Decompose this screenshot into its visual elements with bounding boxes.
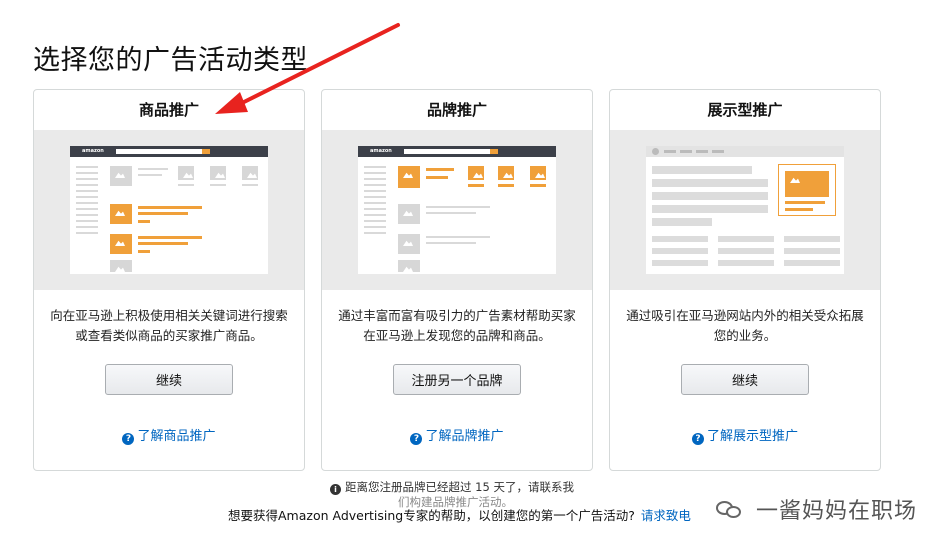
sponsored-display-mockup [646, 146, 844, 274]
sponsored-brands-mockup: amazon [358, 146, 556, 274]
wechat-icon [716, 498, 742, 520]
brand-logo-icon [398, 166, 420, 188]
continue-button[interactable]: 继续 [681, 364, 809, 395]
sponsored-products-mockup: amazon [70, 146, 268, 274]
learn-more-link[interactable]: ? 了解展示型推广 [610, 425, 880, 445]
card-title: 展示型推广 [707, 101, 783, 119]
question-circle-icon: ? [691, 433, 704, 445]
expert-help-line: 想要获得Amazon Advertising专家的帮助，以创建您的第一个广告活动… [228, 505, 691, 524]
image-placeholder-icon [110, 166, 132, 186]
image-placeholder-icon [242, 166, 258, 180]
learn-more-label[interactable]: 了解品牌推广 [425, 429, 503, 444]
request-call-link[interactable]: 请求致电 [641, 508, 691, 523]
image-placeholder-icon [210, 166, 226, 180]
mock-search-bar [404, 149, 490, 154]
mock-logo: amazon [370, 148, 392, 154]
mock-logo: amazon [82, 148, 104, 154]
question-circle-icon: ? [122, 433, 135, 445]
brand-product-icon [498, 166, 514, 180]
red-arrow-annotation [215, 23, 400, 114]
watermark-text: 一酱妈妈在职场 [756, 499, 918, 524]
preview-illustration: amazon [322, 130, 592, 290]
card-sponsored-display[interactable]: 展示型推广 通过吸引在亚马逊网站内外的相关受众拓展您的业务。 继续 ? 了解展示… [609, 89, 881, 471]
brand-product-icon [530, 166, 546, 180]
card-sponsored-brands[interactable]: 品牌推广 amazon 通过丰富而富有吸引力的广告素材帮助买家在亚马逊上发现您的… [321, 89, 593, 471]
sponsored-image-icon [110, 204, 132, 224]
wechat-watermark: 一酱妈妈在职场 [716, 493, 917, 525]
preview-illustration: amazon [34, 130, 304, 290]
display-ad-unit [778, 164, 836, 216]
learn-more-link[interactable]: ? 了解商品推广 [34, 425, 304, 445]
learn-more-link[interactable]: ? 了解品牌推广 [322, 425, 592, 445]
image-placeholder-icon [398, 204, 420, 224]
preview-illustration [610, 130, 880, 290]
brand-product-icon [468, 166, 484, 180]
image-placeholder-icon [178, 166, 194, 180]
image-placeholder-icon [398, 260, 420, 272]
mock-header-bar: amazon [358, 146, 556, 157]
help-text: 想要获得Amazon Advertising专家的帮助，以创建您的第一个广告活动… [228, 508, 635, 523]
learn-more-label[interactable]: 了解商品推广 [137, 429, 215, 444]
image-placeholder-icon [398, 234, 420, 254]
mock-search-button [202, 149, 210, 154]
card-description: 通过吸引在亚马逊网站内外的相关受众拓展您的业务。 [626, 308, 864, 343]
register-brand-button[interactable]: 注册另一个品牌 [393, 364, 521, 395]
card-description: 通过丰富而富有吸引力的广告素材帮助买家在亚马逊上发现您的品牌和商品。 [338, 308, 576, 343]
question-circle-icon: ? [410, 433, 423, 445]
learn-more-label[interactable]: 了解展示型推广 [707, 429, 798, 444]
ad-image-icon [785, 171, 829, 197]
mock-search-button [490, 149, 498, 154]
mock-header-bar: amazon [70, 146, 268, 157]
sponsored-image-icon [110, 234, 132, 254]
card-description: 向在亚马逊上积极使用相关关键词进行搜索或查看类似商品的买家推广商品。 [50, 308, 288, 343]
notice-line1: 距离您注册品牌已经超过 15 天了，请联系我 [345, 480, 574, 494]
card-sponsored-products[interactable]: 商品推广 amazon 向在亚马逊上积极使用相关关键词进行搜索或查看类似商品的买… [33, 89, 305, 471]
continue-button[interactable]: 继续 [105, 364, 233, 395]
info-circle-icon: i [330, 484, 341, 495]
image-placeholder-icon [110, 260, 132, 272]
mock-search-bar [116, 149, 202, 154]
